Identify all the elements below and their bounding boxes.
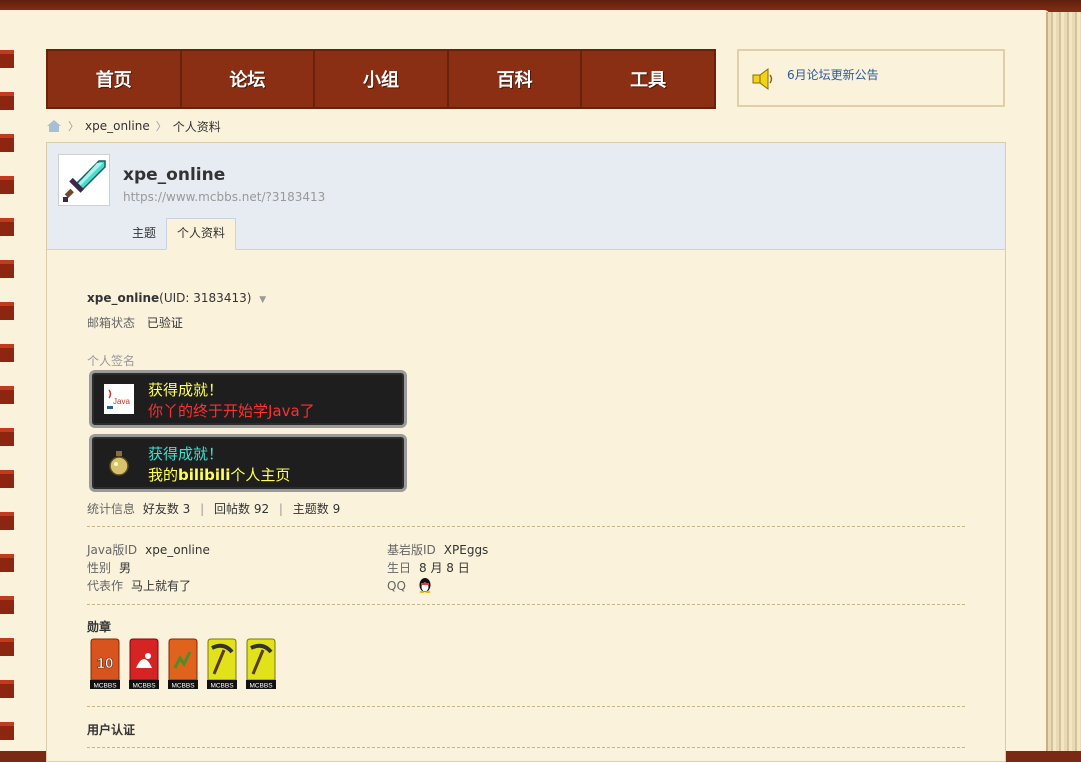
email-value: 已验证 [146, 316, 183, 330]
uid-username: xpe_online [87, 291, 160, 305]
separator: | [200, 502, 205, 516]
medal-pickaxe-icon[interactable]: MCBBS [206, 638, 238, 690]
medal-red-icon[interactable]: MCBBS [128, 638, 160, 690]
achievement-text-prefix: 我的 [148, 466, 179, 484]
book-spine [0, 40, 18, 751]
chevron-down-icon[interactable]: ▼ [259, 295, 266, 305]
verify-title: 用户认证 [87, 723, 136, 737]
info-value: xpe_online [145, 543, 210, 557]
info-label: 生日 [387, 561, 412, 575]
medals-title: 勋章 [87, 620, 112, 634]
breadcrumb-separator: 〉 [155, 120, 167, 133]
info-label: 基岩版ID [387, 543, 436, 557]
nav-tools[interactable]: 工具 [582, 51, 714, 107]
stats-threads[interactable]: 主题数 9 [293, 502, 340, 516]
info-label: QQ [387, 579, 406, 593]
announcement-box: 6月论坛更新公告 [737, 49, 1005, 107]
separator: | [278, 502, 283, 516]
info-value: 男 [119, 561, 132, 575]
info-qq: QQ [387, 577, 432, 593]
diamond-sword-icon [63, 160, 106, 202]
home-icon[interactable] [46, 119, 62, 133]
stats-line: 统计信息 好友数 3 | 回帖数 92 | 主题数 9 [87, 500, 340, 517]
email-status: 邮箱状态 已验证 [87, 314, 183, 331]
divider [87, 747, 965, 748]
info-birthday: 生日 8 月 8 日 [387, 559, 470, 576]
stats-replies[interactable]: 回帖数 92 [214, 502, 269, 516]
potion-icon [109, 451, 129, 476]
medal-caption: MCBBS [249, 683, 273, 690]
medal-caption: MCBBS [132, 683, 156, 690]
info-label: Java版ID [87, 543, 138, 557]
breadcrumb-user[interactable]: xpe_online [85, 119, 150, 133]
info-label: 性别 [87, 561, 112, 575]
medal-caption: MCBBS [93, 683, 117, 690]
profile-card: xpe_online https://www.mcbbs.net/?318341… [46, 142, 1006, 762]
info-value: 马上就有了 [131, 579, 192, 593]
profile-header: xpe_online https://www.mcbbs.net/?318341… [47, 143, 1005, 250]
achievement-text-suffix: 个人主页 [230, 466, 291, 484]
email-label: 邮箱状态 [87, 316, 136, 330]
uid-value: (UID: 3183413) [159, 291, 252, 305]
info-gender: 性别男 [87, 559, 131, 576]
divider [87, 604, 965, 605]
achievement-title: 获得成就！ [148, 445, 224, 463]
tab-threads[interactable]: 主题 [122, 218, 166, 248]
info-bedrock-id: 基岩版ID XPEggs [387, 541, 488, 558]
medal-pickaxe-icon[interactable]: MCBBS [245, 638, 277, 690]
breadcrumb-current: 个人资料 [172, 119, 221, 134]
signature-achievement-bilibili[interactable]: 获得成就！ 我的bilibili个人主页 [89, 434, 407, 492]
divider [87, 526, 965, 527]
info-java-id: Java版ID xpe_online [87, 541, 210, 558]
info-masterpiece: 代表作 马上就有了 [87, 577, 191, 594]
achievement-text: 我的bilibili个人主页 [148, 464, 290, 485]
uid-line: xpe_online(UID: 3183413) ▼ [87, 291, 266, 305]
medal-orange-icon[interactable]: MCBBS [167, 638, 199, 690]
nav-forum[interactable]: 论坛 [182, 51, 316, 107]
breadcrumb-separator: 〉 [68, 120, 79, 133]
signature-achievement-java: Java 获得成就！ 你丫的终于开始学Java了 [89, 370, 407, 428]
profile-username: xpe_online [123, 165, 226, 185]
medals-list: 10 MCBBS MCBBS MCBBS MCBBS MCBBS [89, 638, 277, 690]
medal-caption: MCBBS [171, 683, 195, 690]
achievement-text: 你丫的终于开始学Java了 [148, 402, 315, 420]
signature-label: 个人签名 [87, 354, 136, 368]
qq-penguin-icon[interactable] [418, 577, 432, 593]
svg-text:Java: Java [113, 397, 130, 406]
profile-url[interactable]: https://www.mcbbs.net/?3183413 [123, 190, 325, 204]
main-nav: 首页 论坛 小组 百科 工具 [46, 49, 716, 109]
speaker-icon [752, 68, 773, 90]
stats-friends[interactable]: 好友数 3 [143, 502, 190, 516]
profile-tabs: 主题 个人资料 [122, 218, 237, 250]
announcement-link[interactable]: 6月论坛更新公告 [787, 66, 879, 83]
divider [87, 706, 965, 707]
info-label: 代表作 [87, 579, 124, 593]
info-value: XPEggs [443, 543, 489, 557]
nav-groups[interactable]: 小组 [315, 51, 449, 107]
medal-caption: MCBBS [210, 683, 234, 690]
breadcrumb: 〉 xpe_online 〉 个人资料 [46, 118, 221, 134]
tab-profile[interactable]: 个人资料 [166, 218, 237, 250]
java-icon: Java [104, 384, 134, 414]
nav-wiki[interactable]: 百科 [449, 51, 583, 107]
bilibili-link[interactable]: bilibili [178, 466, 230, 484]
book-page-edges [1046, 12, 1081, 751]
nav-home[interactable]: 首页 [48, 51, 182, 107]
achievement-title: 获得成就！ [148, 381, 224, 399]
stats-label: 统计信息 [87, 502, 136, 516]
medal-10-icon[interactable]: 10 MCBBS [89, 638, 121, 690]
svg-text:10: 10 [97, 655, 114, 672]
avatar[interactable] [58, 154, 110, 206]
info-value: 8 月 8 日 [419, 561, 470, 575]
